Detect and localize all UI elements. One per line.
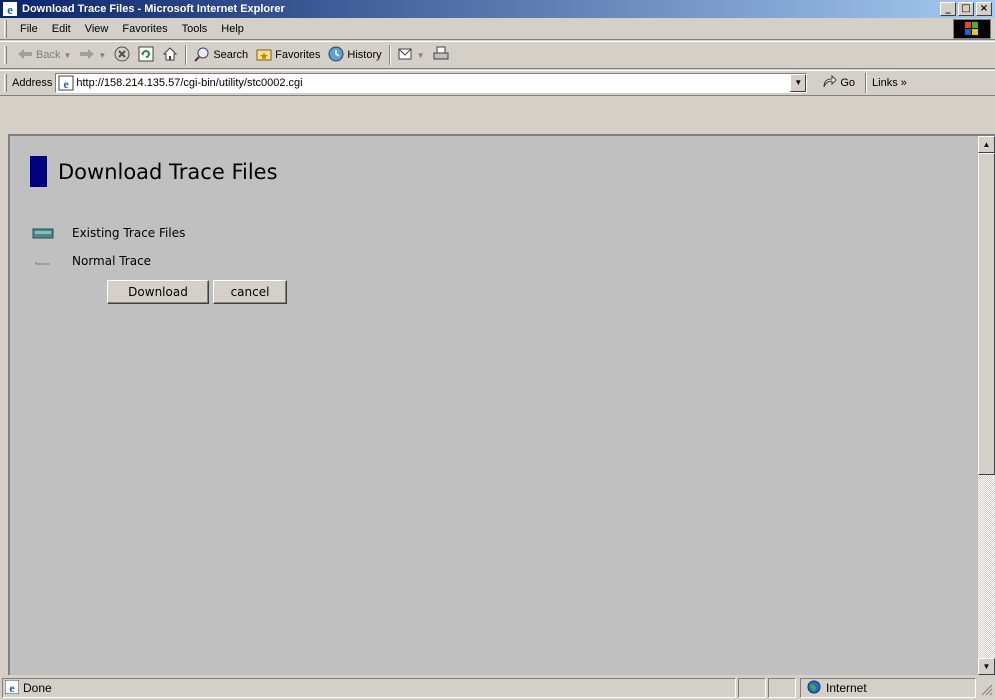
chevron-down-icon: ▼ (98, 50, 107, 60)
toolbar-separator (388, 45, 391, 65)
toolbar-grip[interactable] (4, 46, 7, 64)
search-icon (194, 46, 210, 65)
go-arrow-icon (821, 74, 838, 93)
svg-text:e: e (7, 2, 13, 16)
forward-arrow-icon (79, 48, 95, 63)
zone-label: Internet (826, 681, 867, 695)
status-zone-pane: Internet (800, 678, 976, 698)
favorites-button[interactable]: Favorites (252, 44, 324, 67)
address-input[interactable]: e http://158.214.135.57/cgi-bin/utility/… (55, 73, 808, 93)
existing-trace-row: Existing Trace Files (32, 226, 185, 240)
go-button[interactable]: Go (821, 74, 855, 93)
scroll-up-button[interactable]: ▲ (978, 136, 995, 153)
home-icon (162, 46, 178, 65)
status-bar: e Done Internet (0, 676, 995, 700)
resize-grip-icon[interactable] (979, 682, 993, 696)
refresh-button[interactable] (134, 44, 158, 67)
ie-icon: e (3, 2, 17, 17)
menu-view[interactable]: View (78, 21, 116, 37)
page-title: Download Trace Files (58, 160, 278, 184)
mail-button[interactable]: ▼ (394, 44, 429, 67)
history-icon (328, 46, 344, 65)
mail-icon (398, 46, 414, 65)
search-label: Search (213, 49, 249, 61)
printer-icon (433, 46, 449, 65)
toolbar-grip[interactable] (4, 19, 7, 38)
existing-trace-label: Existing Trace Files (72, 226, 186, 240)
heading-accent-bar (30, 156, 47, 187)
history-label: History (347, 49, 382, 61)
status-text-pane: e Done (2, 678, 736, 698)
chevron-down-icon: ▼ (63, 50, 72, 60)
links-label: Links (872, 77, 898, 89)
scrollbar-track[interactable] (978, 475, 995, 658)
toolbar-separator (865, 73, 868, 93)
normal-trace-row: Normal Trace (32, 254, 151, 268)
standard-toolbar: Back ▼ ▼ Search Favorites History ▼ (0, 41, 995, 69)
vertical-scrollbar[interactable]: ▲ ▼ (978, 136, 995, 675)
back-arrow-icon (17, 48, 33, 63)
status-text: Done (23, 681, 52, 695)
refresh-icon (138, 46, 154, 65)
scroll-down-button[interactable]: ▼ (978, 658, 995, 675)
status-security-pane (768, 678, 796, 698)
cancel-button[interactable]: cancel (213, 280, 287, 304)
drive-icon (32, 226, 54, 240)
page-done-icon: e (4, 679, 20, 697)
svg-text:e: e (9, 681, 15, 694)
address-dropdown-button[interactable]: ▼ (790, 74, 807, 92)
menu-tools[interactable]: Tools (175, 21, 215, 37)
menu-help[interactable]: Help (214, 21, 251, 37)
maximize-button[interactable]: □ (958, 2, 974, 16)
globe-icon (807, 680, 821, 697)
favorites-folder-icon (256, 46, 272, 65)
menu-file[interactable]: File (13, 21, 45, 37)
stop-icon (114, 46, 130, 65)
search-button[interactable]: Search (190, 44, 252, 67)
menu-bar: File Edit View Favorites Tools Help (0, 18, 995, 40)
minimize-button[interactable]: _ (940, 2, 956, 16)
address-bar: Address e http://158.214.135.57/cgi-bin/… (0, 70, 995, 96)
title-bar[interactable]: e Download Trace Files - Microsoft Inter… (0, 0, 995, 18)
download-button[interactable]: Download (107, 280, 209, 304)
address-label: Address (12, 77, 53, 89)
address-url: http://158.214.135.57/cgi-bin/utility/st… (76, 77, 303, 89)
window-title: Download Trace Files - Microsoft Interne… (22, 3, 285, 15)
windows-logo-icon (953, 19, 991, 39)
page-content-frame: Download Trace Files Existing Trace File… (8, 134, 995, 675)
close-button[interactable]: × (976, 2, 992, 16)
forward-button[interactable]: ▼ (75, 46, 110, 65)
page-icon: e (58, 75, 74, 91)
home-button[interactable] (158, 44, 182, 67)
toolbar-separator (185, 45, 188, 65)
scrollbar-thumb[interactable] (978, 153, 995, 475)
go-label: Go (840, 77, 856, 89)
print-button[interactable] (429, 44, 453, 67)
page-content: Download Trace Files Existing Trace File… (10, 136, 978, 675)
tree-branch-icon (32, 254, 54, 268)
chevron-down-icon: ▼ (416, 50, 425, 60)
back-label: Back (36, 49, 61, 61)
stop-button[interactable] (110, 44, 134, 67)
back-button[interactable]: Back ▼ (13, 46, 75, 65)
favorites-label: Favorites (275, 49, 321, 61)
toolbar-grip[interactable] (4, 74, 7, 92)
svg-text:e: e (64, 77, 70, 91)
normal-trace-label: Normal Trace (72, 254, 152, 268)
history-button[interactable]: History (324, 44, 385, 67)
menu-favorites[interactable]: Favorites (115, 21, 174, 37)
links-button[interactable]: Links » (872, 77, 907, 89)
status-progress-pane (738, 678, 766, 698)
menu-edit[interactable]: Edit (45, 21, 78, 37)
